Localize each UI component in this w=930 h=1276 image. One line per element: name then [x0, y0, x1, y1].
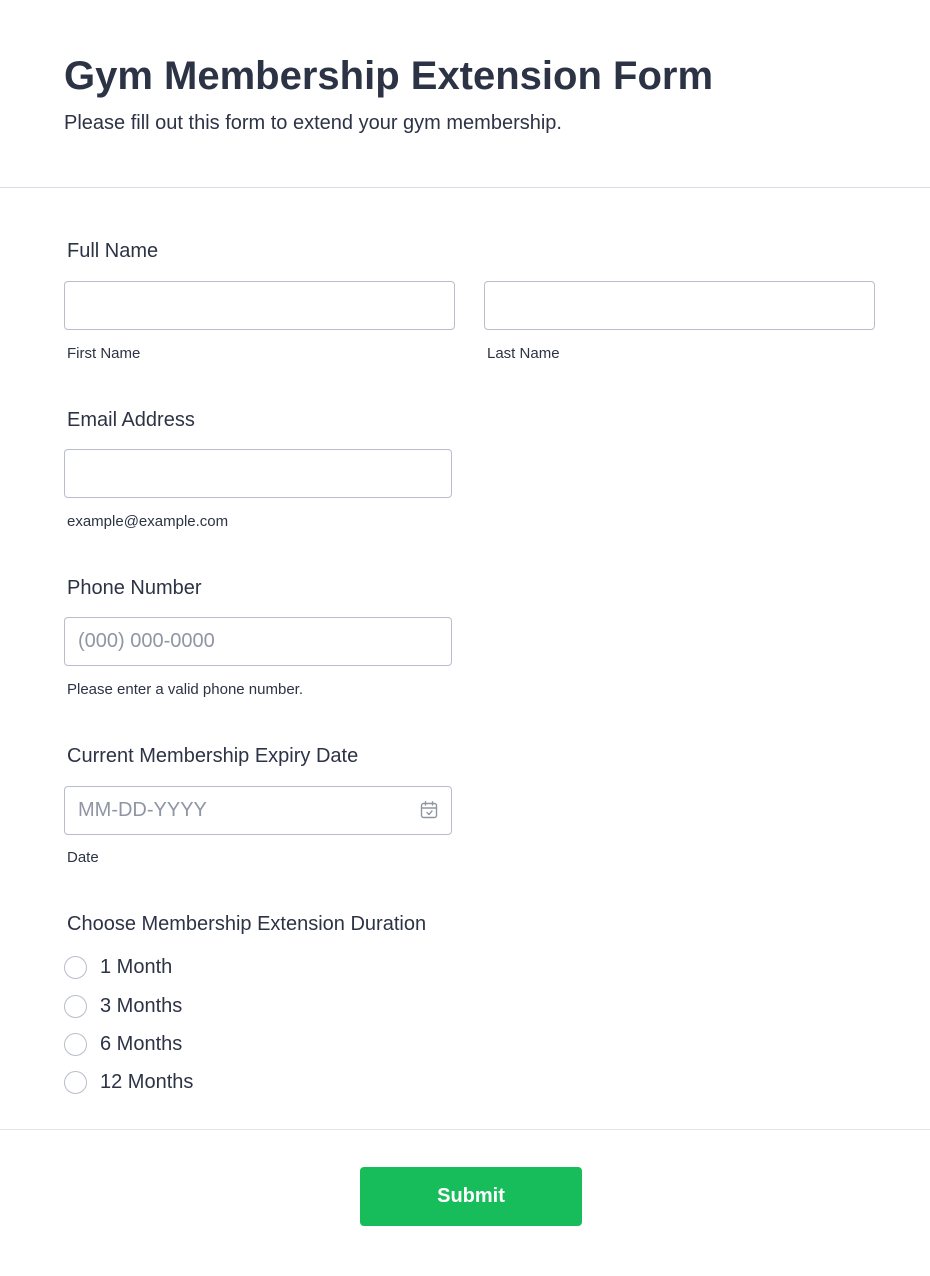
form-subtitle: Please fill out this form to extend your…: [64, 112, 562, 134]
form-title: Gym Membership Extension Form: [64, 54, 714, 98]
submit-button[interactable]: Submit: [360, 1167, 582, 1226]
radio-label: 3 Months: [100, 995, 183, 1017]
duration-option-1-month[interactable]: 1 Month: [64, 954, 172, 980]
radio-label: 12 Months: [100, 1071, 194, 1093]
expiry-date-label: Current Membership Expiry Date: [67, 745, 359, 767]
phone-sublabel: Please enter a valid phone number.: [67, 681, 303, 698]
footer-divider: [0, 1129, 930, 1130]
radio-label: 6 Months: [100, 1033, 183, 1055]
expiry-date-input[interactable]: [64, 786, 452, 835]
first-name-sublabel: First Name: [67, 345, 141, 362]
expiry-date-sublabel: Date: [67, 849, 99, 866]
radio-button[interactable]: [64, 994, 87, 1018]
last-name-input[interactable]: [484, 281, 875, 330]
email-input[interactable]: [64, 449, 452, 498]
duration-label: Choose Membership Extension Duration: [67, 913, 427, 935]
phone-input[interactable]: [64, 617, 452, 666]
duration-option-6-months[interactable]: 6 Months: [64, 1031, 182, 1057]
first-name-input[interactable]: [64, 281, 455, 330]
phone-label: Phone Number: [67, 577, 202, 599]
calendar-icon[interactable]: [419, 800, 439, 820]
full-name-label: Full Name: [67, 240, 159, 262]
radio-label: 1 Month: [100, 956, 173, 978]
email-sublabel: example@example.com: [67, 513, 229, 530]
duration-option-12-months[interactable]: 12 Months: [64, 1069, 193, 1095]
duration-option-3-months[interactable]: 3 Months: [64, 993, 182, 1019]
radio-button[interactable]: [64, 1070, 87, 1094]
radio-button[interactable]: [64, 955, 87, 979]
last-name-sublabel: Last Name: [487, 345, 560, 362]
radio-button[interactable]: [64, 1032, 87, 1056]
email-label: Email Address: [67, 409, 195, 431]
form-header: Gym Membership Extension Form Please fil…: [0, 0, 930, 188]
